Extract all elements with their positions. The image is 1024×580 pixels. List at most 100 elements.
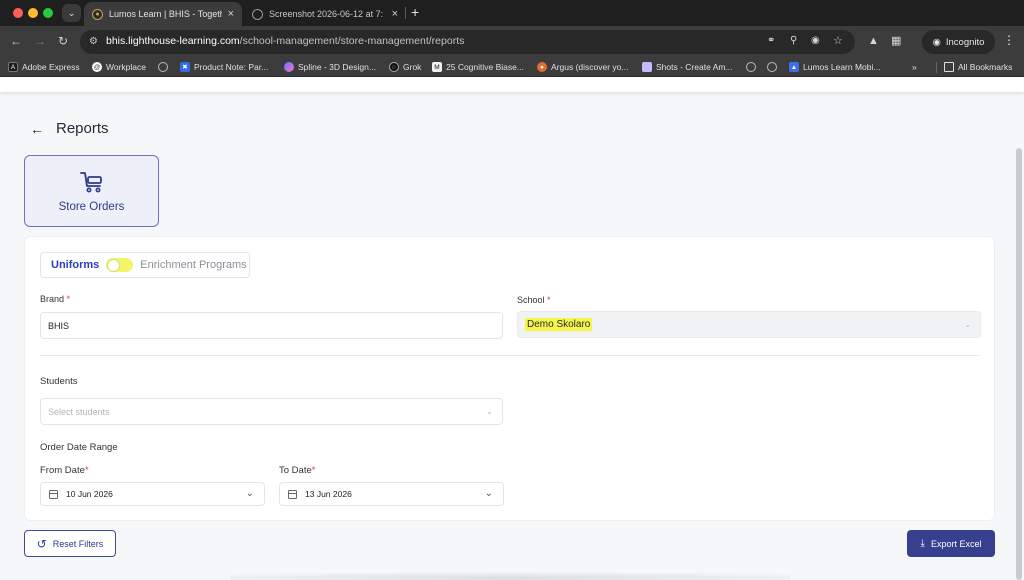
url-text: bhis.lighthouse-learning.com/school-mana…: [106, 35, 465, 47]
toggle-option-uniforms[interactable]: Uniforms: [51, 259, 99, 271]
reset-icon: ↺: [36, 536, 47, 551]
program-type-switch[interactable]: [106, 258, 134, 272]
bookmarks-separator: [936, 62, 937, 73]
switch-knob: [108, 259, 120, 271]
from-date-label: From Date*: [40, 465, 89, 476]
reset-filters-button[interactable]: ↺ Reset Filters: [24, 530, 116, 557]
site-info-icon[interactable]: ⚙: [89, 36, 101, 48]
page-header: ← Reports: [30, 120, 109, 137]
extension-icon[interactable]: ▲: [868, 34, 879, 48]
bookmark-item[interactable]: ● Argus (discover yo...: [537, 62, 628, 72]
toggle-option-enrichment-programs[interactable]: Enrichment Programs: [140, 259, 246, 271]
store-orders-label: Store Orders: [58, 201, 125, 213]
tab-separator: [405, 7, 406, 19]
back-arrow-icon[interactable]: ←: [30, 121, 44, 137]
maximize-window-button[interactable]: [43, 8, 53, 18]
school-label: School *: [517, 295, 551, 305]
grok-icon: ◌: [389, 62, 399, 72]
app-header-bar: [0, 78, 1024, 92]
section-divider: [40, 355, 980, 356]
bookmark-star-icon[interactable]: ☆: [833, 34, 843, 47]
to-date-picker[interactable]: 13 Jun 2026 ⌄: [279, 482, 504, 506]
reload-icon[interactable]: ↻: [58, 34, 68, 48]
bookmark-item[interactable]: Shots - Create Am...: [642, 62, 733, 72]
calendar-icon: [288, 489, 297, 499]
bookmarks-overflow-button[interactable]: »: [912, 62, 917, 72]
to-date-label: To Date*: [279, 465, 316, 476]
students-label: Students: [40, 376, 78, 387]
bookmark-item[interactable]: ✖ Product Note: Par...: [180, 62, 268, 72]
calendar-icon: [49, 489, 58, 499]
chevron-down-icon: ⌄: [245, 488, 254, 499]
download-icon: ⤓: [920, 538, 925, 549]
extensions-puzzle-icon[interactable]: ▦: [891, 34, 901, 48]
chevron-down-icon: ⌄: [67, 7, 76, 18]
globe-icon: [767, 62, 777, 72]
export-excel-button[interactable]: ⤓ Export Excel: [907, 530, 995, 557]
bookmark-item[interactable]: ▲ Lumos Learn Mobi...: [789, 62, 880, 72]
browser-toolbar: ← → ↻ ⚙ bhis.lighthouse-learning.com/sch…: [0, 26, 1024, 58]
zoom-icon[interactable]: ⚲: [790, 35, 797, 46]
scrollbar-thumb[interactable]: [1016, 148, 1022, 580]
product-note-icon: ✖: [180, 62, 190, 72]
chevron-down-icon: ⌄: [484, 488, 493, 499]
medium-icon: M: [432, 62, 442, 72]
bookmark-item[interactable]: A Adobe Express: [8, 62, 80, 72]
eye-off-icon[interactable]: ◉: [811, 35, 820, 46]
shopping-cart-icon: [79, 172, 102, 193]
school-select[interactable]: Demo Skolaro ⌄: [517, 311, 981, 338]
forward-icon[interactable]: →: [34, 34, 46, 48]
close-tab-icon[interactable]: ×: [392, 8, 398, 20]
incognito-badge[interactable]: ◉ Incognito: [922, 30, 995, 54]
lumos-learn-icon: ▲: [789, 62, 799, 72]
globe-icon: [252, 8, 263, 20]
bookmarks-bar: A Adobe Express @ Workplace ✖ Product Note:…: [0, 58, 1024, 77]
new-tab-button[interactable]: +: [411, 4, 419, 20]
globe-icon: [746, 62, 756, 72]
browser-tab-active[interactable]: ● Lumos Learn | BHIS - Together ×: [84, 2, 242, 26]
store-orders-card[interactable]: Store Orders: [24, 155, 159, 227]
bookmark-item[interactable]: [746, 62, 760, 72]
close-tab-icon[interactable]: ×: [228, 8, 234, 20]
from-date-picker[interactable]: 10 Jun 2026 ⌄: [40, 482, 265, 506]
bookmark-item[interactable]: [767, 62, 781, 72]
minimize-window-button[interactable]: [28, 8, 38, 18]
school-selected-value: Demo Skolaro: [525, 318, 593, 331]
bookmark-item[interactable]: [158, 62, 172, 72]
students-select[interactable]: Select students ⌄: [40, 398, 503, 425]
filters-panel: Uniforms Enrichment Programs Brand * BHI…: [24, 236, 995, 521]
shots-icon: [642, 62, 652, 72]
tab-title: Screenshot 2026-06-12 at 7:: [269, 9, 384, 19]
chevron-down-icon: ⌄: [486, 407, 493, 416]
bookmark-item[interactable]: Spline - 3D Design...: [284, 62, 376, 72]
bookmark-item[interactable]: @ Workplace: [92, 62, 146, 72]
brand-field[interactable]: BHIS: [40, 312, 503, 339]
chevron-down-icon: ⌄: [964, 320, 971, 329]
close-window-button[interactable]: [13, 8, 23, 18]
address-bar[interactable]: ⚙ bhis.lighthouse-learning.com/school-ma…: [80, 30, 855, 54]
tab-search-button[interactable]: ⌄: [62, 4, 81, 22]
bookmark-item[interactable]: ◌ Grok: [389, 62, 421, 72]
program-type-toggle: Uniforms Enrichment Programs: [40, 252, 250, 278]
page-content: ← Reports Store Orders Uniforms Enrichme…: [0, 78, 1024, 580]
workplace-icon: @: [92, 62, 102, 72]
bottom-shadow: [230, 573, 790, 580]
lumos-favicon-icon: ●: [92, 8, 103, 20]
bookmark-item[interactable]: M 25 Cognitive Biase...: [432, 62, 524, 72]
spline-icon: [284, 62, 294, 72]
brand-label: Brand *: [40, 294, 71, 304]
globe-icon: [158, 62, 168, 72]
folder-icon: [944, 62, 954, 72]
browser-tab-inactive[interactable]: Screenshot 2026-06-12 at 7: ×: [244, 2, 406, 26]
incognito-icon: ◉: [932, 36, 941, 48]
tab-title: Lumos Learn | BHIS - Together: [109, 9, 222, 19]
page-title: Reports: [56, 120, 109, 137]
more-menu-icon[interactable]: ⋮: [1003, 33, 1015, 47]
all-bookmarks-button[interactable]: All Bookmarks: [944, 62, 1012, 72]
browser-tab-strip: ⌄ ● Lumos Learn | BHIS - Together × Scre…: [0, 0, 1024, 26]
argus-icon: ●: [537, 62, 547, 72]
order-date-range-label: Order Date Range: [40, 442, 118, 453]
password-key-icon[interactable]: ⚭: [767, 35, 775, 46]
back-icon[interactable]: ←: [10, 34, 22, 48]
adobe-express-icon: A: [8, 62, 18, 72]
